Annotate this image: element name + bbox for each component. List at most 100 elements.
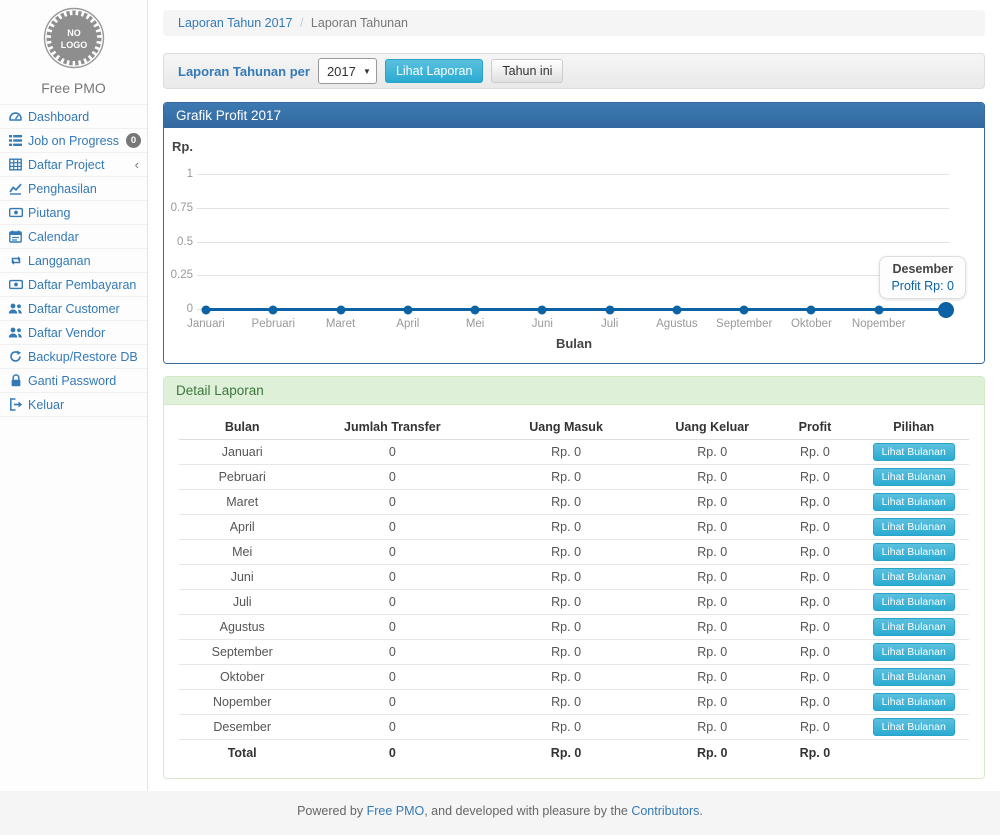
sidebar-menu: DashboardJob on Progress0 Daftar Project ‹… — [0, 104, 147, 417]
view-monthly-button-pebruari[interactable]: Lihat Bulanan — [873, 468, 955, 486]
data-point-agustus[interactable] — [672, 305, 681, 314]
view-monthly-button-september[interactable]: Lihat Bulanan — [873, 643, 955, 661]
data-point-desember[interactable] — [938, 302, 954, 318]
cell-uang-keluar: Rp. 0 — [653, 440, 772, 465]
cell-jumlah-transfer: 0 — [305, 540, 479, 565]
main-content: Laporan Tahun 2017 / Laporan Tahunan Lap… — [148, 0, 1000, 791]
table-row-agustus: Agustus0Rp. 0Rp. 0Rp. 0Lihat Bulanan — [179, 615, 969, 640]
view-monthly-button-desember[interactable]: Lihat Bulanan — [873, 718, 955, 736]
sidebar-item-backup-restore-db[interactable]: Backup/Restore DB — [0, 345, 147, 369]
detail-report-panel: Detail Laporan BulanJumlah TransferUang … — [163, 376, 985, 779]
sidebar-item-piutang[interactable]: Piutang — [0, 201, 147, 225]
report-filter-label: Laporan Tahunan per — [178, 64, 310, 79]
table-row-mei: Mei0Rp. 0Rp. 0Rp. 0Lihat Bulanan — [179, 540, 969, 565]
data-point-mei[interactable] — [471, 305, 480, 314]
cell-profit: Rp. 0 — [771, 490, 858, 515]
view-monthly-button-nopember[interactable]: Lihat Bulanan — [873, 693, 955, 711]
cell-jumlah-transfer: 0 — [305, 690, 479, 715]
data-point-oktober[interactable] — [807, 305, 816, 314]
cell-uang-keluar: Rp. 0 — [653, 715, 772, 740]
count-badge: 0 — [126, 133, 141, 148]
sidebar-item-daftar-project[interactable]: Daftar Project ‹ — [0, 153, 147, 177]
data-point-nopember[interactable] — [874, 305, 883, 314]
cell-uang-keluar: Rp. 0 — [653, 540, 772, 565]
sidebar-item-keluar[interactable]: Keluar — [0, 393, 147, 417]
cell-profit: Rp. 0 — [771, 515, 858, 540]
cell-bulan: Mei — [179, 540, 305, 565]
money-icon — [8, 278, 23, 291]
cell-uang-masuk: Rp. 0 — [479, 715, 653, 740]
gridline — [197, 208, 949, 209]
cell-uang-masuk: Rp. 0 — [479, 465, 653, 490]
view-monthly-button-januari[interactable]: Lihat Bulanan — [873, 443, 955, 461]
report-table: BulanJumlah TransferUang MasukUang Kelua… — [179, 415, 969, 764]
data-point-juli[interactable] — [605, 305, 614, 314]
cell-uang-masuk: Rp. 0 — [479, 490, 653, 515]
sidebar-item-dashboard[interactable]: Dashboard — [0, 105, 147, 129]
sidebar-item-job-on-progress[interactable]: Job on Progress0 — [0, 129, 147, 153]
cell-uang-keluar: Rp. 0 — [653, 690, 772, 715]
cell-bulan: Nopember — [179, 690, 305, 715]
y-tick-label: 1 — [169, 168, 193, 180]
view-report-button[interactable]: Lihat Laporan — [385, 59, 483, 83]
breadcrumb: Laporan Tahun 2017 / Laporan Tahunan — [163, 10, 985, 36]
cell-uang-masuk: Rp. 0 — [479, 590, 653, 615]
view-monthly-button-mei[interactable]: Lihat Bulanan — [873, 543, 955, 561]
data-point-september[interactable] — [740, 305, 749, 314]
view-monthly-button-oktober[interactable]: Lihat Bulanan — [873, 668, 955, 686]
sidebar-item-label: Piutang — [28, 206, 141, 220]
view-monthly-button-april[interactable]: Lihat Bulanan — [873, 518, 955, 536]
sidebar-item-label: Daftar Project — [28, 158, 130, 172]
x-tick-label: Januari — [187, 318, 225, 330]
sidebar-item-daftar-pembayaran[interactable]: Daftar Pembayaran — [0, 273, 147, 297]
cell-bulan: Maret — [179, 490, 305, 515]
data-point-januari[interactable] — [202, 305, 211, 314]
table-header-row: BulanJumlah TransferUang MasukUang Kelua… — [179, 415, 969, 440]
sidebar-item-ganti-password[interactable]: Ganti Password — [0, 369, 147, 393]
calendar-icon — [8, 230, 23, 243]
sidebar-item-penghasilan[interactable]: Penghasilan — [0, 177, 147, 201]
x-tick-label: Nopember — [852, 318, 906, 330]
breadcrumb-link[interactable]: Laporan Tahun 2017 — [178, 16, 292, 30]
table-icon — [8, 158, 23, 171]
view-monthly-button-agustus[interactable]: Lihat Bulanan — [873, 618, 955, 636]
data-point-maret[interactable] — [336, 305, 345, 314]
table-row-september: September0Rp. 0Rp. 0Rp. 0Lihat Bulanan — [179, 640, 969, 665]
sign-out-icon — [8, 398, 23, 411]
data-point-juni[interactable] — [538, 305, 547, 314]
this-year-button[interactable]: Tahun ini — [491, 59, 563, 83]
footer-link-contributors[interactable]: Contributors — [631, 804, 699, 818]
cell-uang-keluar: Rp. 0 — [653, 490, 772, 515]
table-row-pebruari: Pebruari0Rp. 0Rp. 0Rp. 0Lihat Bulanan — [179, 465, 969, 490]
chevron-left-icon: ‹ — [135, 157, 139, 172]
sidebar-item-daftar-customer[interactable]: Daftar Customer — [0, 297, 147, 321]
cell-pilihan: Lihat Bulanan — [858, 615, 969, 640]
view-monthly-button-juni[interactable]: Lihat Bulanan — [873, 568, 955, 586]
cell-total-uang-masuk: Rp. 0 — [479, 740, 653, 764]
x-tick-label: Juni — [532, 318, 553, 330]
cell-pilihan: Lihat Bulanan — [858, 665, 969, 690]
sidebar-item-calendar[interactable]: Calendar — [0, 225, 147, 249]
data-point-april[interactable] — [403, 305, 412, 314]
view-monthly-button-juli[interactable]: Lihat Bulanan — [873, 593, 955, 611]
view-monthly-button-maret[interactable]: Lihat Bulanan — [873, 493, 955, 511]
x-tick-label: Mei — [466, 318, 485, 330]
chart-panel-body: Rp. 10.750.50.250JanuariPebruariMaretApr… — [164, 128, 984, 363]
cell-profit: Rp. 0 — [771, 440, 858, 465]
footer-link-freepmo[interactable]: Free PMO — [367, 804, 425, 818]
retweet-icon — [8, 254, 23, 267]
cell-bulan: Januari — [179, 440, 305, 465]
sidebar-item-daftar-vendor[interactable]: Daftar Vendor — [0, 321, 147, 345]
y-tick-label: 0.25 — [169, 269, 193, 281]
table-row-nopember: Nopember0Rp. 0Rp. 0Rp. 0Lihat Bulanan — [179, 690, 969, 715]
cell-uang-masuk: Rp. 0 — [479, 665, 653, 690]
breadcrumb-separator: / — [300, 16, 303, 30]
data-point-pebruari[interactable] — [269, 305, 278, 314]
sidebar-item-label: Ganti Password — [28, 374, 141, 388]
year-select[interactable]: 2017 — [318, 58, 377, 84]
x-tick-label: Agustus — [656, 318, 698, 330]
sidebar-item-label: Daftar Customer — [28, 302, 141, 316]
cell-bulan: September — [179, 640, 305, 665]
x-tick-label: Juli — [601, 318, 618, 330]
sidebar-item-langganan[interactable]: Langganan — [0, 249, 147, 273]
